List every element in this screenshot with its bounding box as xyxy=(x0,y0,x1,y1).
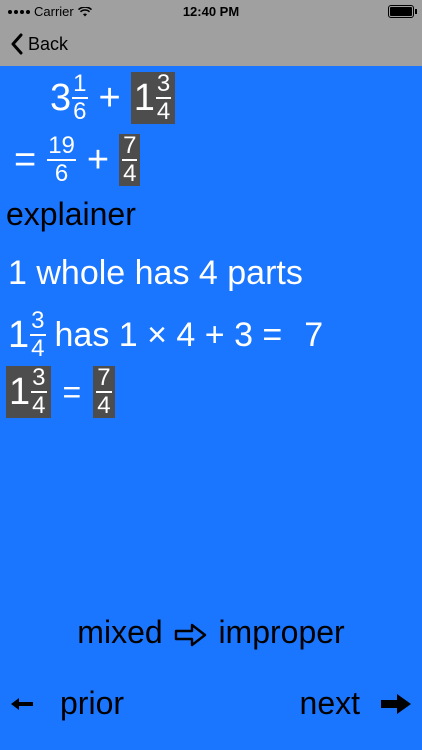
fraction-denominator: 4 xyxy=(32,392,46,419)
prior-button[interactable]: prior xyxy=(10,685,124,722)
mixed-b-whole: 1 xyxy=(133,76,155,119)
improper-c-fraction: 19 6 xyxy=(47,134,76,186)
explainer-title: explainer xyxy=(6,196,136,232)
fraction-numerator: 1 xyxy=(73,70,87,97)
battery-icon xyxy=(388,5,417,18)
bottom-navigation: prior next xyxy=(0,685,422,725)
equals-sign: = xyxy=(62,374,82,410)
next-button[interactable]: next xyxy=(300,685,412,722)
explainer-line-1: 1 whole has 4 parts xyxy=(8,254,303,292)
problem-line-1: 3 1 6 + 1 3 4 xyxy=(50,70,176,125)
fraction-numerator: 3 xyxy=(31,307,45,334)
highlighted-improper-d: 7 4 xyxy=(119,132,141,187)
mixed-whole: 1 xyxy=(9,370,31,413)
conversion-mode-toggle[interactable]: mixed improper xyxy=(0,614,422,651)
fraction-denominator: 4 xyxy=(97,392,111,419)
mixed-a-fraction: 1 6 xyxy=(72,70,88,125)
problem-line-2: = 19 6 + 7 4 xyxy=(14,132,141,187)
fraction-denominator: 4 xyxy=(156,98,171,125)
back-label: Back xyxy=(28,33,69,54)
fraction-denominator: 4 xyxy=(31,335,45,362)
clock: 12:40 PM xyxy=(182,4,240,19)
mixed-whole: 1 xyxy=(8,313,30,356)
fraction-denominator: 6 xyxy=(54,160,69,187)
explainer-calculation: has 1 × 4 + 3 = xyxy=(54,315,283,354)
chevron-left-icon xyxy=(11,33,23,55)
fraction-numerator: 3 xyxy=(32,364,46,391)
fraction-numerator: 7 xyxy=(97,364,111,391)
mixed-fraction: 3 4 xyxy=(31,364,47,419)
mode-from-label: mixed xyxy=(77,614,163,650)
fraction-numerator: 19 xyxy=(48,132,75,159)
prior-label: prior xyxy=(60,685,125,721)
highlighted-mixed: 1 3 4 xyxy=(6,366,51,418)
mode-to-label: improper xyxy=(218,614,345,650)
explainer-line-2: 1 3 4 has 1 × 4 + 3 = 7 xyxy=(8,309,323,361)
arrow-left-icon xyxy=(11,697,33,710)
explainer-result: 7 xyxy=(304,315,324,354)
mixed-a-whole: 3 xyxy=(50,76,72,119)
highlighted-mixed-b: 1 3 4 xyxy=(130,70,176,125)
mixed-b-fraction: 3 4 xyxy=(155,70,172,125)
highlighted-improper: 7 4 xyxy=(93,364,115,419)
explainer-line-3: 1 3 4 = 7 4 xyxy=(6,366,115,418)
status-bar: Carrier 12:40 PM xyxy=(0,0,422,22)
fraction-numerator: 7 xyxy=(123,132,137,159)
back-button[interactable]: Back xyxy=(10,30,68,58)
improper-fraction: 7 4 xyxy=(96,364,112,419)
fraction-numerator: 3 xyxy=(156,70,171,97)
arrow-right-icon xyxy=(381,693,411,714)
navigation-bar: Back xyxy=(0,22,422,66)
plus-operator: + xyxy=(98,77,121,119)
fraction-denominator: 6 xyxy=(73,98,87,125)
plus-operator: + xyxy=(86,139,110,181)
improper-d-fraction: 7 4 xyxy=(122,132,138,187)
next-label: next xyxy=(299,685,360,721)
arrow-right-outline-icon xyxy=(174,623,206,646)
mixed-fraction: 3 4 xyxy=(30,307,46,362)
fraction-denominator: 4 xyxy=(123,160,137,187)
equals-sign: = xyxy=(14,139,37,181)
